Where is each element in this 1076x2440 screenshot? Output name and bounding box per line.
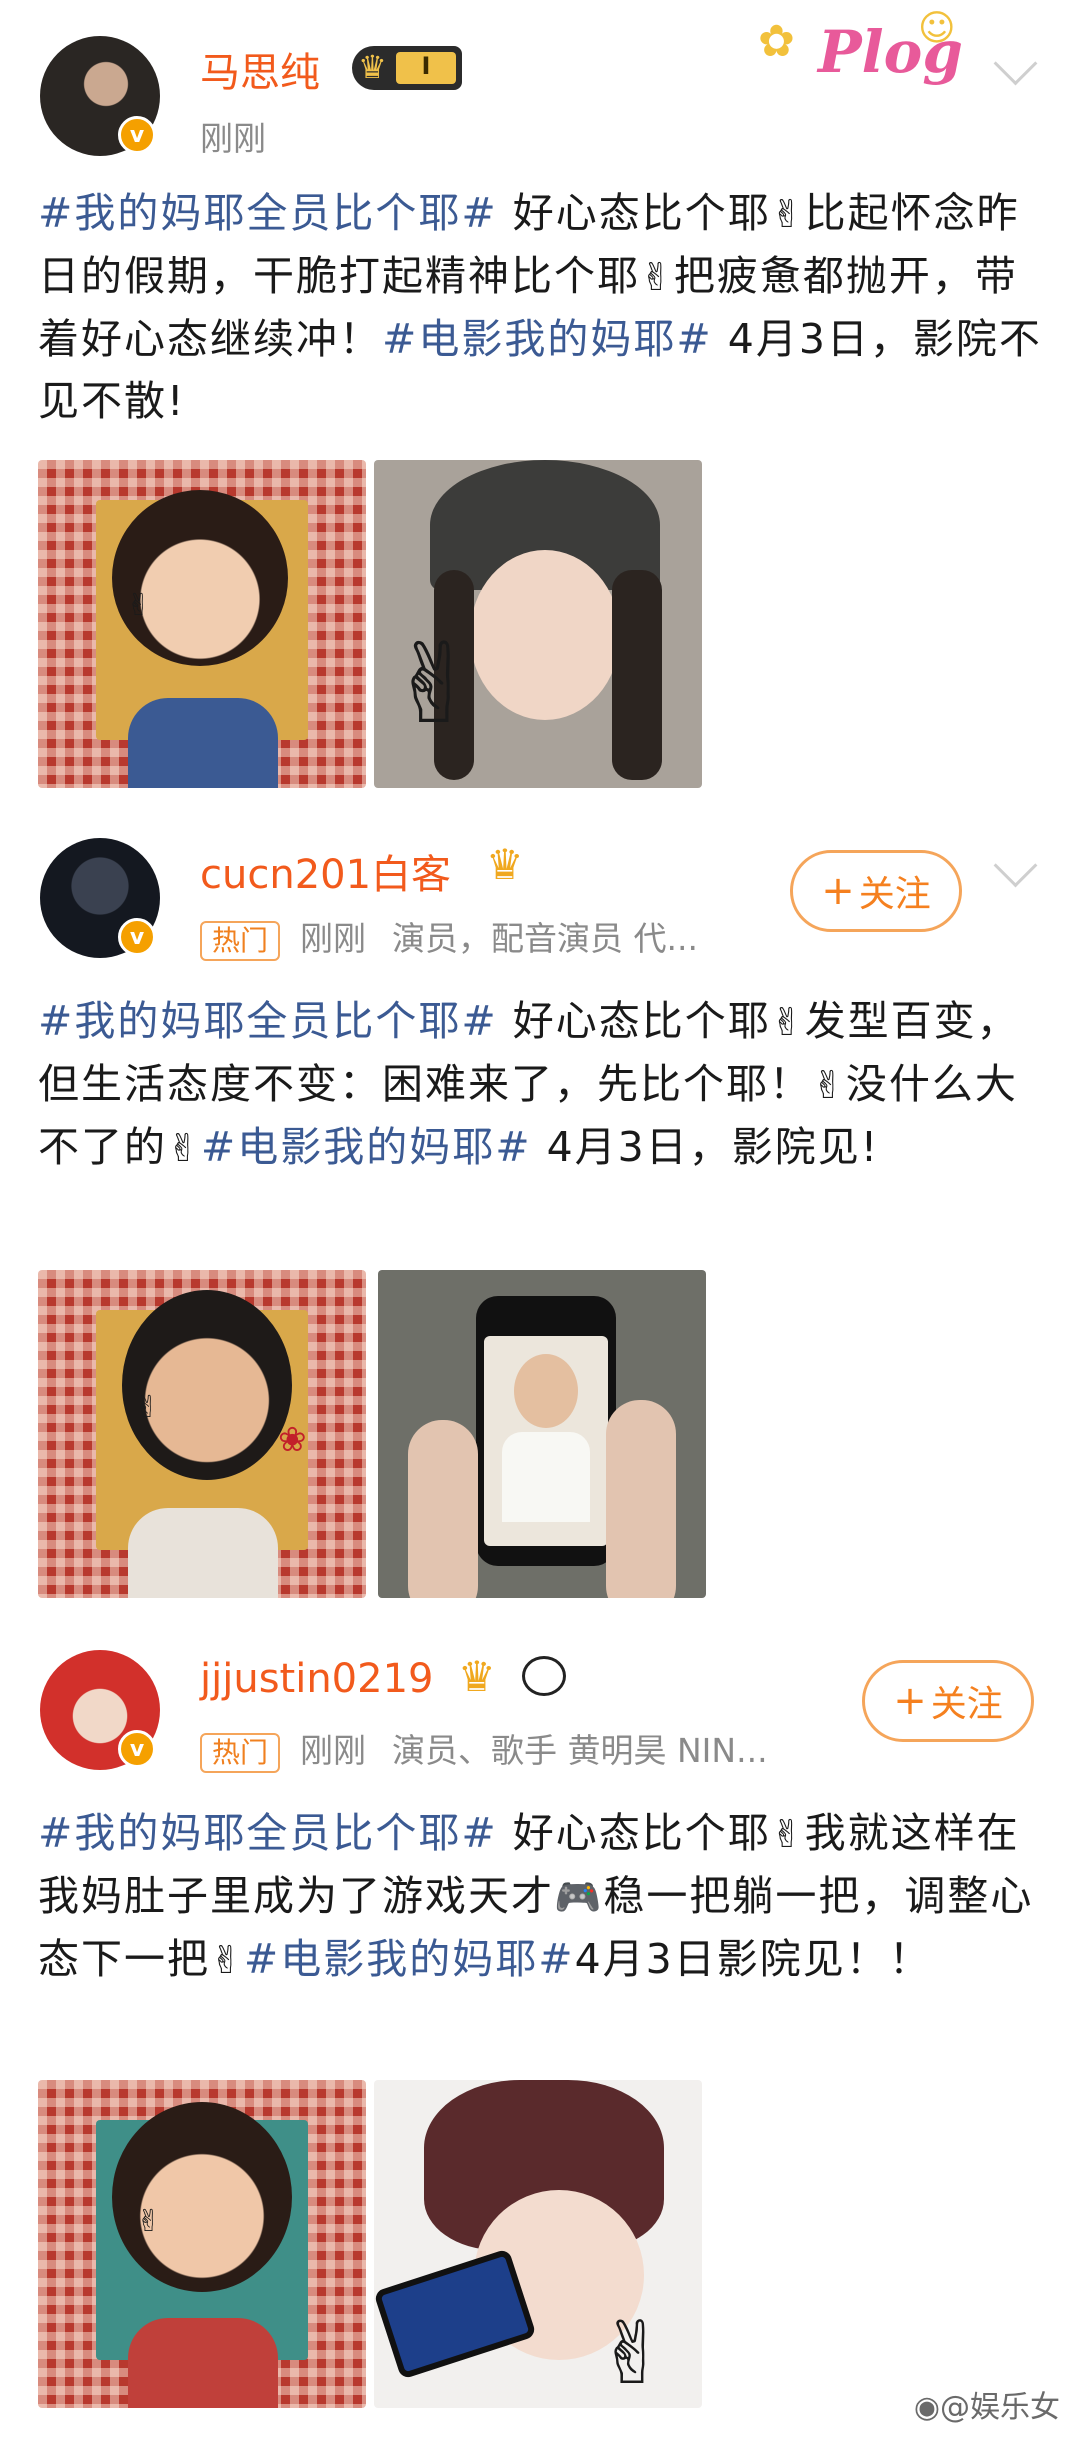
plus-icon: + [821,868,855,914]
face-shape [112,490,288,666]
shirt-shape [502,1432,590,1522]
face-shape [122,1290,292,1480]
follow-button[interactable]: + 关注 [790,850,962,932]
finger-shape [606,1400,676,1598]
victory-sticker-icon: ✌ [136,2204,162,2239]
post-image[interactable]: ✌ [38,2080,366,2408]
hashtag[interactable]: #电影我的妈耶# [201,1123,532,1171]
figures-shape [128,698,278,788]
hashtag[interactable]: #我的妈耶全员比个耶# [38,1809,498,1857]
rose-icon: ❀ [278,1420,307,1460]
hot-badge: 热门 [200,1732,281,1773]
watermark-text: @娱乐女 [940,2390,1060,2425]
chevron-down-icon[interactable] [993,843,1038,888]
victory-hand-icon: ✌ [167,1126,201,1170]
victory-hand-icon: ✌ [770,1812,805,1856]
post-image[interactable]: ✌ [374,2080,702,2408]
chevron-down-icon[interactable] [993,41,1038,86]
victory-sticker-icon: ✌ [126,588,152,623]
flower-icon: ✿ [758,16,795,67]
follow-label: 关注 [930,1684,1003,1725]
hashtag[interactable]: #我的妈耶全员比个耶# [38,997,498,1045]
username[interactable]: jjjustin0219 [200,1656,433,1702]
finger-shape [408,1420,478,1598]
hashtag[interactable]: #电影我的妈耶# [244,1935,575,1983]
phone-screen [484,1336,608,1546]
phone-shape [476,1296,616,1566]
verified-badge-icon: v [118,918,156,956]
post-image[interactable]: ✌ [374,460,702,788]
user-bio: 演员，配音演员 代... [392,919,698,958]
hair-shape [612,570,662,780]
plus-icon: + [893,1678,927,1724]
text-segment: 好心态比个耶 [497,997,771,1045]
verified-badge-icon: v [118,1730,156,1768]
game-controller-icon: 🎮 [554,1875,604,1919]
post-image[interactable]: ✌ ❀ [38,1270,366,1598]
follow-button[interactable]: + 关注 [862,1660,1034,1742]
meta-line: 热门 刚刚 演员，配音演员 代... [200,912,698,961]
figures-shape [128,1508,278,1598]
hashtag[interactable]: #我的妈耶全员比个耶# [38,189,498,237]
victory-hand-icon: ✌ [812,1063,846,1107]
victory-hand-icon: ✌ [210,1938,244,1982]
face-shape [470,550,620,720]
figures-shape [128,2318,278,2408]
victory-hand-icon: ✌ [640,255,674,299]
follow-label: 关注 [858,874,931,915]
victory-sticker-icon: ✌ [134,1390,160,1425]
face-shape [112,2102,292,2292]
user-bio: 演员、歌手 黄明昊 NIN... [392,1731,768,1770]
game-phone-shape [374,2248,537,2380]
victory-hand-icon: ✌ [770,192,805,236]
post-image[interactable]: ✌ [38,460,366,788]
victory-hand-icon: ✌ [388,620,481,748]
victory-hand-icon: ✌ [596,2304,669,2404]
hot-badge: 热门 [200,920,281,961]
victory-hand-icon: ✌ [770,1000,805,1044]
text-segment: 4月3日，影院见! [531,1123,880,1171]
text-segment: 好心态比个耶 [497,189,771,237]
verified-badge-icon: v [118,116,156,154]
post-text: #我的妈耶全员比个耶# 好心态比个耶✌我就这样在我妈肚子里成为了游戏天才🎮稳一把… [38,1802,1048,1991]
post-text: #我的妈耶全员比个耶# 好心态比个耶✌比起怀念昨日的假期，干脆打起精神比个耶✌把… [38,182,1048,432]
text-segment: 4月3日影院见！！ [574,1935,932,1983]
member-crown-icon: ♛ I [352,46,462,90]
username[interactable]: cucn201白客 [200,842,451,900]
weibo-icon: ◉ [913,2390,940,2425]
username[interactable]: 马思纯 [200,40,320,98]
text-segment: 好心态比个耶 [497,1809,771,1857]
hashtag[interactable]: #电影我的妈耶# [382,315,713,363]
panda-icon [522,1656,566,1696]
plog-text: Plog [818,18,963,86]
crown-badge-icon: ♛ [458,1652,496,1701]
post-time: 刚刚 [300,1731,367,1770]
post-time: 刚刚 [300,919,367,958]
post-time: 刚刚 [200,119,266,158]
meta-line: 热门 刚刚 演员、歌手 黄明昊 NIN... [200,1724,768,1773]
face-shape [514,1354,578,1428]
member-level: I [396,52,456,84]
watermark: ◉@娱乐女 [914,2382,1060,2426]
crown-badge-icon: ♛ [486,840,524,889]
plog-sticker: ✿ ☺ Plog [758,8,998,108]
post-text: #我的妈耶全员比个耶# 好心态比个耶✌发型百变，但生活态度不变：困难来了，先比个… [38,990,1048,1179]
post-image[interactable] [378,1270,706,1598]
